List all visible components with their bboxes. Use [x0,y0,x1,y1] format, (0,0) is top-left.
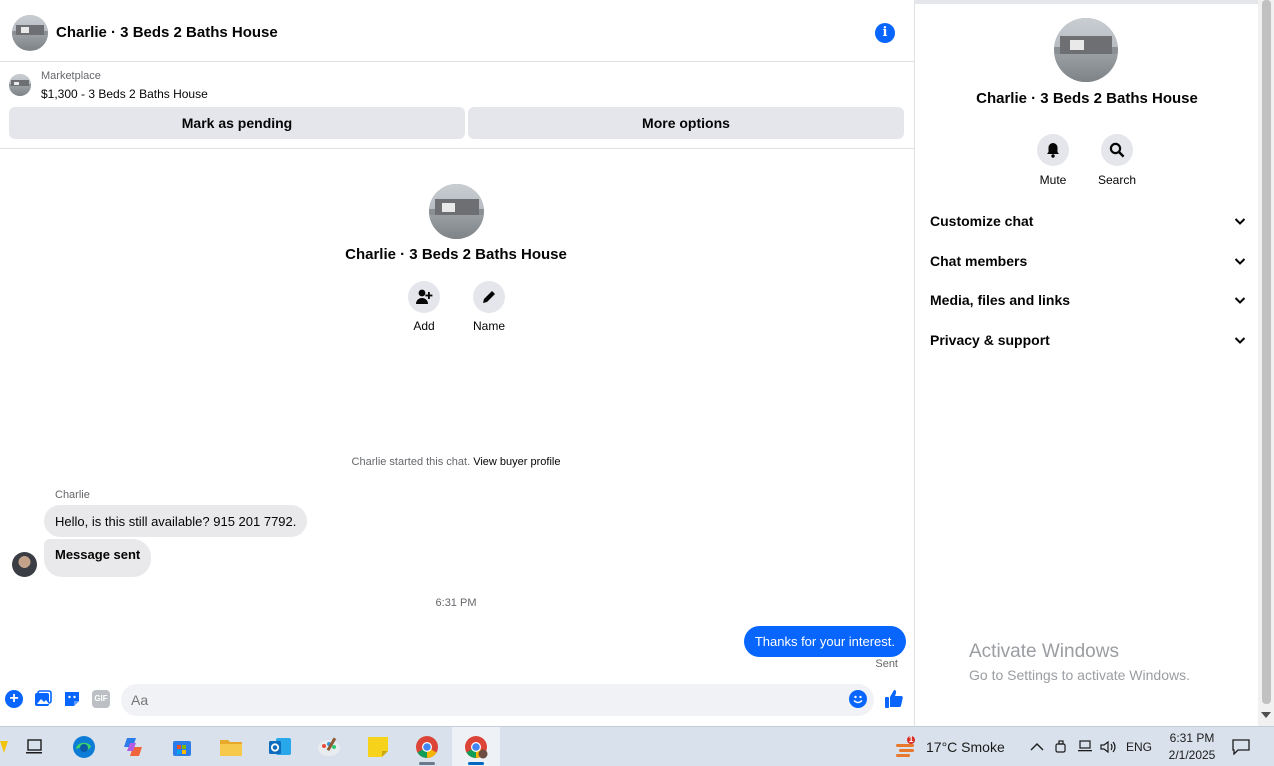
copilot-icon[interactable] [109,727,157,766]
mute-button[interactable]: Mute [1021,134,1085,187]
section-label: Customize chat [930,213,1034,229]
widget-edge-icon[interactable] [0,741,8,753]
chevron-up-icon [1030,743,1044,751]
section-label: Media, files and links [930,292,1071,308]
windows-taskbar: 1 17°C Smoke ENG 6:31 PM 2/1/2025 [0,726,1274,766]
intro-avatar [429,184,484,239]
clock-date: 2/1/2025 [1168,748,1216,762]
chrome-icon[interactable] [403,727,451,766]
scroll-down-arrow-icon[interactable] [1261,712,1271,718]
network-icon[interactable] [1077,727,1093,766]
marketplace-listing: Marketplace $1,300 - 3 Beds 2 Baths Hous… [0,63,915,149]
pencil-icon [473,281,505,313]
weather-text: 17°C Smoke [926,739,1005,755]
info-title: Charlie · 3 Beds 2 Baths House [976,90,1198,107]
weather-widget[interactable]: 1 17°C Smoke [893,727,1005,766]
search-label: Search [1097,173,1137,187]
section-label: Chat members [930,253,1028,269]
emoji-icon[interactable] [849,690,867,708]
chat-pane: Charlie · 3 Beds 2 Baths House i Marketp… [0,0,915,726]
message-timestamp: 6:31 PM [435,597,477,609]
section-privacy-support[interactable]: Privacy & support [930,325,1246,355]
incoming-message[interactable]: Message sent [44,539,152,577]
scrollbar-thumb[interactable] [1262,0,1271,704]
message-input[interactable] [121,684,874,716]
notifications-button[interactable] [1232,727,1250,766]
chevron-down-icon [1234,337,1246,344]
sender-avatar[interactable] [12,552,37,577]
page-scrollbar[interactable] [1258,0,1274,726]
info-avatar [1054,18,1118,82]
listing-source: Marketplace [41,70,101,82]
show-hidden-icons[interactable] [1030,727,1044,766]
paint-icon[interactable] [305,727,353,766]
section-chat-members[interactable]: Chat members [930,246,1246,276]
add-person-icon [408,281,440,313]
listing-thumbnail[interactable] [9,74,31,96]
edit-name-button[interactable]: Name [459,281,519,333]
mute-label: Mute [1039,173,1067,187]
add-people-button[interactable]: Add [394,281,454,333]
edge-browser-icon[interactable] [60,727,108,766]
started-text: Charlie started this chat. [351,456,471,468]
language-label: ENG [1126,740,1153,754]
gif-icon[interactable]: GIF [92,690,110,708]
photo-icon[interactable] [34,690,52,708]
message-composer: + GIF [0,682,915,716]
bell-icon [1037,134,1069,166]
language-indicator[interactable]: ENG [1126,727,1152,766]
chat-started-notice: Charlie started this chat. View buyer pr… [0,456,912,468]
volume-icon[interactable] [1100,727,1118,766]
section-customize-chat[interactable]: Customize chat [930,206,1246,236]
sticky-notes-icon[interactable] [354,727,402,766]
outlook-icon[interactable] [256,727,304,766]
system-clock[interactable]: 6:31 PM 2/1/2025 [1160,730,1224,764]
name-label: Name [472,319,505,333]
more-options-button[interactable]: More options [468,107,904,139]
outgoing-message[interactable]: Thanks for your interest. [743,626,906,657]
view-buyer-profile-link[interactable]: View buyer profile [473,456,560,468]
task-view-icon[interactable] [10,727,58,766]
sender-name: Charlie [55,489,90,501]
watermark-title: Activate Windows [969,641,1119,662]
thumbs-up-icon[interactable] [884,689,904,709]
notification-count: 1 [908,735,914,744]
search-button[interactable]: Search [1085,134,1149,187]
messenger-window: Charlie · 3 Beds 2 Baths House i Marketp… [0,0,1274,766]
chrome-profile-icon[interactable] [452,727,500,766]
chat-header: Charlie · 3 Beds 2 Baths House i [0,4,915,62]
plus-icon[interactable]: + [5,690,23,708]
clock-time: 6:31 PM [1169,731,1215,745]
add-label: Add [413,319,435,333]
chevron-down-icon [1234,218,1246,225]
store-icon[interactable] [158,727,206,766]
watermark-subtitle: Go to Settings to activate Windows. [969,667,1190,683]
intro-title: Charlie · 3 Beds 2 Baths House [345,246,567,263]
chat-title[interactable]: Charlie · 3 Beds 2 Baths House [56,24,278,41]
activate-windows-watermark: Activate Windows Go to Settings to activ… [969,641,1190,683]
chevron-down-icon [1234,258,1246,265]
sticker-icon[interactable] [63,690,81,708]
chat-info-pane: Charlie · 3 Beds 2 Baths House Mute Sear… [916,4,1258,726]
file-explorer-icon[interactable] [207,727,255,766]
section-media-files-links[interactable]: Media, files and links [930,285,1246,315]
meet-now-icon[interactable] [1054,727,1068,766]
search-icon [1101,134,1133,166]
mark-pending-button[interactable]: Mark as pending [9,107,465,139]
listing-price-title[interactable]: $1,300 - 3 Beds 2 Baths House [41,87,208,101]
incoming-message[interactable]: Hello, is this still available? 915 201 … [44,505,308,537]
sent-status: Sent [875,658,898,670]
section-label: Privacy & support [930,332,1050,348]
chevron-down-icon [1234,297,1246,304]
info-icon[interactable]: i [875,23,895,43]
chat-bubble-icon [1232,739,1250,755]
chat-avatar[interactable] [12,14,48,51]
